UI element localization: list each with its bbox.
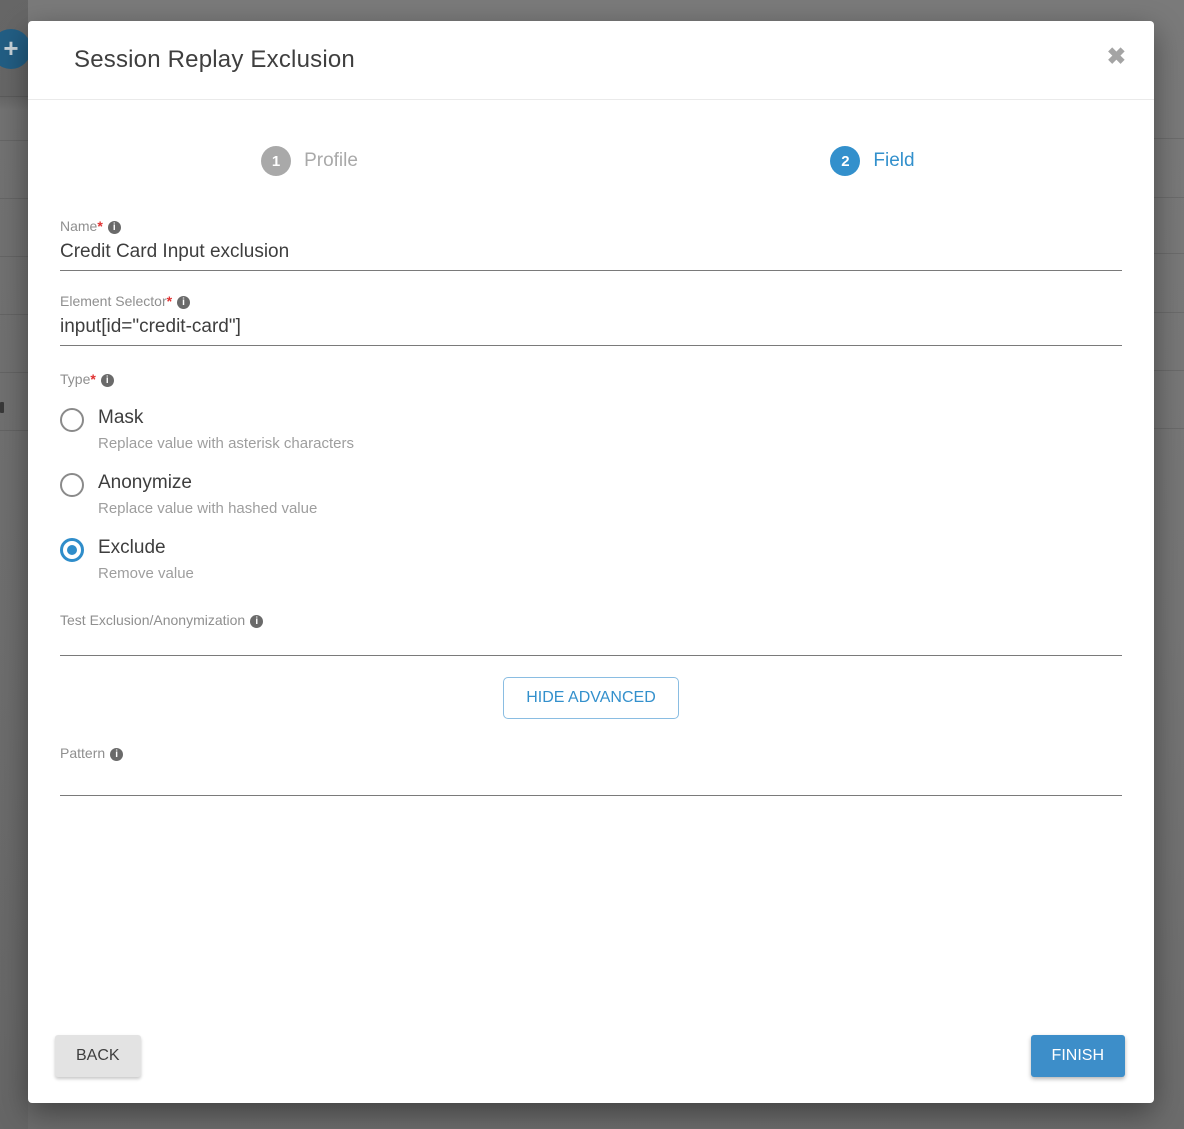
underlying-text-fragment <box>0 402 4 413</box>
plus-icon: + <box>0 29 31 67</box>
info-icon[interactable]: i <box>101 374 114 387</box>
add-button[interactable]: + <box>0 29 31 69</box>
radio-exclude-description: Remove value <box>98 565 194 582</box>
finish-button[interactable]: FINISH <box>1031 1035 1125 1077</box>
radio-option-anonymize[interactable]: Anonymize Replace value with hashed valu… <box>60 472 1122 517</box>
radio-exclude-label: Exclude <box>98 537 194 559</box>
test-field-group: Test Exclusion/Anonymizationi <box>60 612 1122 656</box>
element-selector-input[interactable]: input[id="credit-card"] <box>60 311 1122 346</box>
radio-option-exclude[interactable]: Exclude Remove value <box>60 537 1122 582</box>
pattern-label: Patterni <box>60 745 1122 761</box>
pattern-field-group: Patterni <box>60 745 1122 796</box>
info-icon[interactable]: i <box>108 221 121 234</box>
session-replay-exclusion-dialog: Session Replay Exclusion ✖ 1 Profile 2 F… <box>28 21 1154 1103</box>
wizard-steps: 1 Profile 2 Field <box>28 146 1154 176</box>
radio-anonymize-label: Anonymize <box>98 472 317 494</box>
back-button[interactable]: BACK <box>55 1035 141 1077</box>
dialog-title: Session Replay Exclusion <box>74 46 355 74</box>
radio-button-icon[interactable] <box>60 473 84 497</box>
underlying-row-line <box>0 314 28 315</box>
underlying-row-line <box>1154 312 1184 313</box>
hide-advanced-button[interactable]: HIDE ADVANCED <box>503 677 679 719</box>
radio-button-icon[interactable] <box>60 538 84 562</box>
info-icon[interactable]: i <box>250 615 263 628</box>
required-marker: * <box>167 293 172 309</box>
step-field-label: Field <box>873 150 914 172</box>
underlying-row-line <box>1154 370 1184 371</box>
test-input[interactable] <box>60 630 1122 656</box>
step-field-number: 2 <box>830 146 860 176</box>
step-profile-label: Profile <box>304 150 358 172</box>
underlying-row-line <box>1154 428 1184 429</box>
type-label: Type*i <box>60 371 1122 387</box>
radio-button-icon[interactable] <box>60 408 84 432</box>
pattern-input[interactable] <box>60 763 1122 796</box>
page-overlay-shade <box>0 0 28 1129</box>
underlying-row-line <box>0 372 28 373</box>
test-label: Test Exclusion/Anonymizationi <box>60 612 1122 628</box>
required-marker: * <box>97 218 102 234</box>
info-icon[interactable]: i <box>177 296 190 309</box>
underlying-row-line <box>0 430 28 431</box>
dialog-header: Session Replay Exclusion ✖ <box>28 21 1154 100</box>
radio-mask-description: Replace value with asterisk characters <box>98 435 354 452</box>
underlying-row-line <box>0 96 28 97</box>
underlying-row-line <box>1154 197 1184 198</box>
name-field-group: Name*i Credit Card Input exclusion <box>60 218 1122 271</box>
step-profile[interactable]: 1 Profile <box>28 146 591 176</box>
radio-option-mask[interactable]: Mask Replace value with asterisk charact… <box>60 407 1122 452</box>
underlying-row-line <box>0 256 28 257</box>
info-icon[interactable]: i <box>110 748 123 761</box>
underlying-row-line <box>0 198 28 199</box>
element-selector-field-group: Element Selector*i input[id="credit-card… <box>60 293 1122 346</box>
name-input[interactable]: Credit Card Input exclusion <box>60 236 1122 271</box>
close-icon[interactable]: ✖ <box>1107 45 1126 68</box>
step-profile-number: 1 <box>261 146 291 176</box>
underlying-row-line <box>0 140 28 141</box>
radio-mask-label: Mask <box>98 407 354 429</box>
radio-anonymize-description: Replace value with hashed value <box>98 500 317 517</box>
underlying-row-line <box>1154 138 1184 139</box>
required-marker: * <box>90 371 95 387</box>
underlying-row-line <box>1154 253 1184 254</box>
name-label: Name*i <box>60 218 1122 234</box>
dialog-footer: BACK FINISH <box>55 1035 1125 1077</box>
step-field[interactable]: 2 Field <box>591 146 1154 176</box>
exclusion-form: Name*i Credit Card Input exclusion Eleme… <box>28 218 1154 796</box>
element-selector-label: Element Selector*i <box>60 293 1122 309</box>
